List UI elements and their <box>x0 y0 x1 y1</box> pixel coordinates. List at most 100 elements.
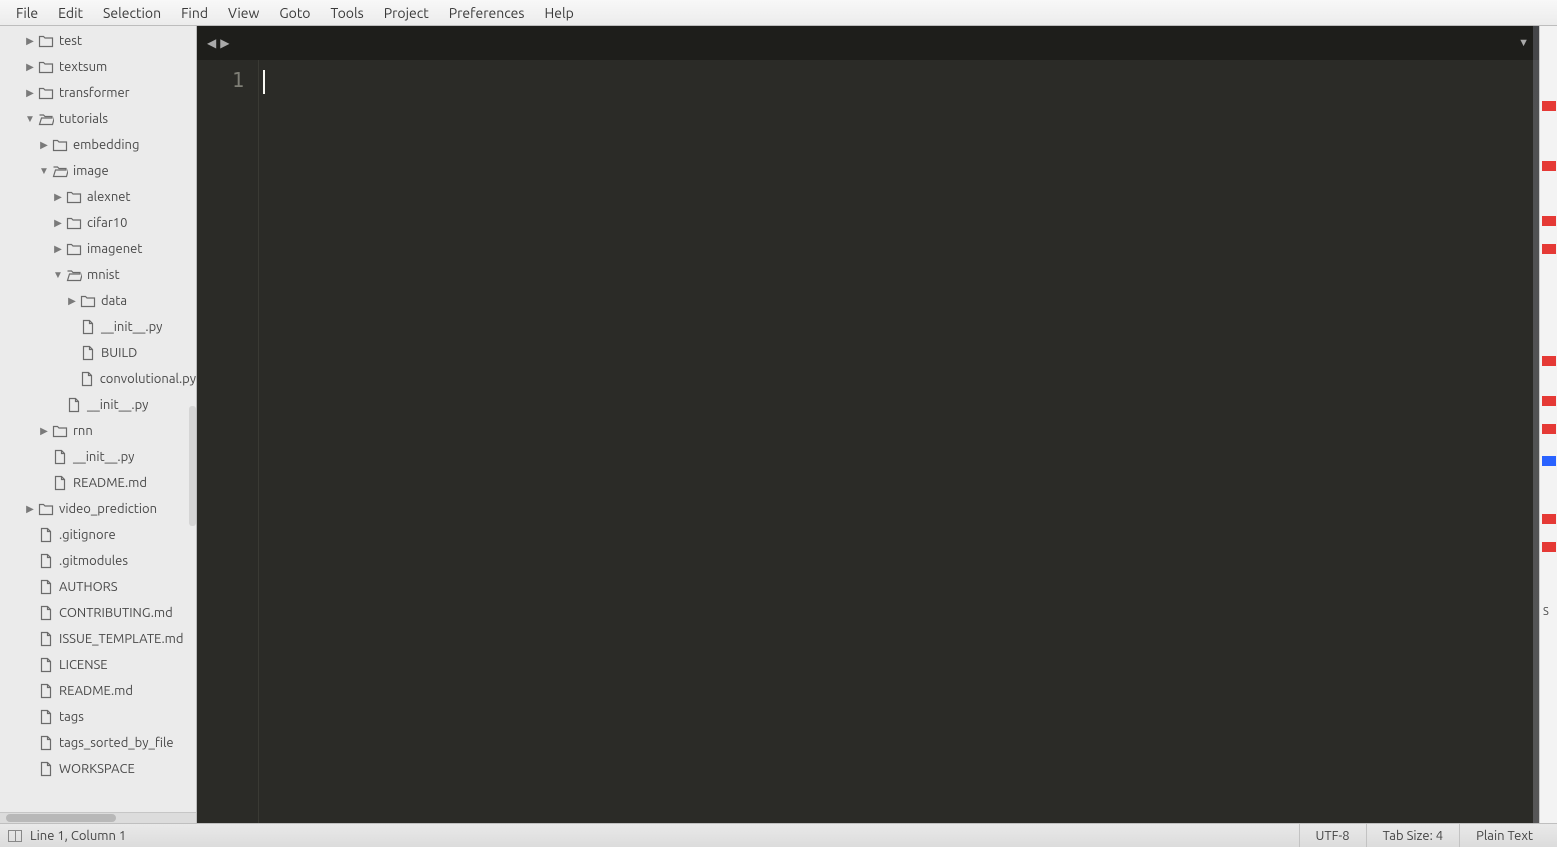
expand-arrow-icon[interactable]: ▶ <box>24 503 36 515</box>
tree-item-label: imagenet <box>87 242 142 256</box>
marker-red[interactable] <box>1542 101 1556 111</box>
editor-vertical-scrollbar[interactable] <box>1525 60 1539 823</box>
tab-menu-dropdown-icon[interactable]: ▼ <box>1518 37 1529 49</box>
menu-goto[interactable]: Goto <box>269 2 320 24</box>
tree-item-label: video_prediction <box>59 502 157 516</box>
folder-alexnet[interactable]: ▶alexnet <box>0 184 196 210</box>
tab-nav-back-icon[interactable]: ◀ <box>205 36 218 50</box>
tree-item-label: transformer <box>59 86 130 100</box>
marker-red[interactable] <box>1542 216 1556 226</box>
tree-item-label: mnist <box>87 268 120 282</box>
expand-arrow-icon[interactable]: ▶ <box>52 217 64 229</box>
file-issue-template-md[interactable]: ISSUE_TEMPLATE.md <box>0 626 196 652</box>
file-icon <box>38 761 54 777</box>
expand-arrow-icon[interactable]: ▶ <box>38 139 50 151</box>
tree-item-label: AUTHORS <box>59 580 118 594</box>
tree-item-label: README.md <box>73 476 147 490</box>
marker-red[interactable] <box>1542 161 1556 171</box>
file-icon <box>38 553 54 569</box>
menu-bar: FileEditSelectionFindViewGotoToolsProjec… <box>0 0 1557 26</box>
folder-data[interactable]: ▶data <box>0 288 196 314</box>
menu-tools[interactable]: Tools <box>321 2 374 24</box>
tree-item-label: README.md <box>59 684 133 698</box>
expand-arrow-icon[interactable]: ▶ <box>24 35 36 47</box>
marker-blue[interactable] <box>1542 456 1556 466</box>
tree-item-label: tags_sorted_by_file <box>59 736 174 750</box>
expand-arrow-icon[interactable]: ▶ <box>66 295 78 307</box>
status-tab-size[interactable]: Tab Size: 4 <box>1366 824 1460 847</box>
code-editor[interactable] <box>259 60 1525 823</box>
marker-red[interactable] <box>1542 424 1556 434</box>
expand-arrow-icon[interactable]: ▶ <box>24 61 36 73</box>
file-icon <box>80 319 96 335</box>
marker-red[interactable] <box>1542 514 1556 524</box>
right-marker-strip: S <box>1539 26 1557 823</box>
marker-red[interactable] <box>1542 244 1556 254</box>
collapse-arrow-icon[interactable]: ▼ <box>38 165 50 177</box>
menu-edit[interactable]: Edit <box>48 2 93 24</box>
folder-tutorials[interactable]: ▼tutorials <box>0 106 196 132</box>
tree-item-label: __init__.py <box>101 320 162 334</box>
sidebar-scrollbar[interactable] <box>189 406 196 526</box>
expand-arrow-icon[interactable]: ▶ <box>52 243 64 255</box>
folder-mnist[interactable]: ▼ mnist <box>0 262 196 288</box>
folder-icon <box>66 215 82 231</box>
folder-embedding[interactable]: ▶embedding <box>0 132 196 158</box>
folder-image[interactable]: ▼image <box>0 158 196 184</box>
collapse-arrow-icon[interactable]: ▼ <box>52 269 64 281</box>
status-syntax[interactable]: Plain Text <box>1459 824 1549 847</box>
file-tags-sorted-by-file[interactable]: tags_sorted_by_file <box>0 730 196 756</box>
file-icon <box>52 449 68 465</box>
file-workspace[interactable]: WORKSPACE <box>0 756 196 782</box>
sidebar-horizontal-scrollbar[interactable] <box>0 812 196 823</box>
file-readme-md[interactable]: README.md <box>0 678 196 704</box>
folder-icon <box>52 137 68 153</box>
folder-open-icon <box>52 163 68 179</box>
folder-rnn[interactable]: ▶rnn <box>0 418 196 444</box>
file-convolutional-py[interactable]: convolutional.py <box>0 366 196 392</box>
file--init-py[interactable]: __init__.py <box>0 314 196 340</box>
file-authors[interactable]: AUTHORS <box>0 574 196 600</box>
marker-red[interactable] <box>1542 396 1556 406</box>
scrollbar-thumb[interactable] <box>6 814 116 822</box>
expand-arrow-icon[interactable]: ▶ <box>38 425 50 437</box>
status-cursor-position[interactable]: Line 1, Column 1 <box>30 829 126 843</box>
file--gitignore[interactable]: .gitignore <box>0 522 196 548</box>
marker-red[interactable] <box>1542 542 1556 552</box>
file-license[interactable]: LICENSE <box>0 652 196 678</box>
file-icon <box>66 397 82 413</box>
tree-item-label: test <box>59 34 82 48</box>
panel-switcher-icon[interactable] <box>8 830 22 842</box>
menu-help[interactable]: Help <box>534 2 583 24</box>
file-icon <box>52 475 68 491</box>
menu-view[interactable]: View <box>218 2 269 24</box>
file-icon <box>38 527 54 543</box>
folder-test[interactable]: ▶ test <box>0 28 196 54</box>
file-icon <box>79 371 95 387</box>
file-contributing-md[interactable]: CONTRIBUTING.md <box>0 600 196 626</box>
file-build[interactable]: BUILD <box>0 340 196 366</box>
menu-preferences[interactable]: Preferences <box>439 2 535 24</box>
tree-item-label: ISSUE_TEMPLATE.md <box>59 632 184 646</box>
tree-item-label: convolutional.py <box>100 372 196 386</box>
folder-cifar10[interactable]: ▶cifar10 <box>0 210 196 236</box>
expand-arrow-icon[interactable]: ▶ <box>24 87 36 99</box>
marker-red[interactable] <box>1542 356 1556 366</box>
file--init-py[interactable]: __init__.py <box>0 392 196 418</box>
tab-nav-forward-icon[interactable]: ▶ <box>218 36 231 50</box>
file-tags[interactable]: tags <box>0 704 196 730</box>
folder-video-prediction[interactable]: ▶ video_prediction <box>0 496 196 522</box>
file-readme-md[interactable]: README.md <box>0 470 196 496</box>
menu-find[interactable]: Find <box>171 2 218 24</box>
folder-textsum[interactable]: ▶textsum <box>0 54 196 80</box>
expand-arrow-icon[interactable]: ▶ <box>52 191 64 203</box>
menu-file[interactable]: File <box>6 2 48 24</box>
file--init-py[interactable]: __init__.py <box>0 444 196 470</box>
folder-transformer[interactable]: ▶ transformer <box>0 80 196 106</box>
folder-imagenet[interactable]: ▶ imagenet <box>0 236 196 262</box>
collapse-arrow-icon[interactable]: ▼ <box>24 113 36 125</box>
status-encoding[interactable]: UTF-8 <box>1299 824 1366 847</box>
menu-selection[interactable]: Selection <box>93 2 171 24</box>
menu-project[interactable]: Project <box>374 2 439 24</box>
file--gitmodules[interactable]: .gitmodules <box>0 548 196 574</box>
